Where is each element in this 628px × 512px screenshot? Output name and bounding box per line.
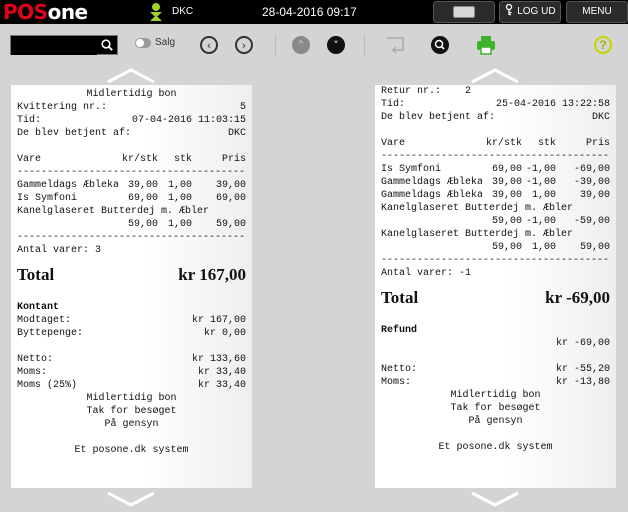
search-box[interactable] (10, 35, 118, 55)
receipt1-scroll-up-icon[interactable] (106, 68, 156, 84)
list-item: Gammeldags Æblekage39,001,0039,00 (17, 180, 246, 191)
return-icon[interactable] (384, 35, 406, 55)
search-input[interactable] (11, 37, 97, 55)
divider: ----------------------------------------… (17, 232, 246, 243)
current-user: DKC (172, 6, 194, 17)
salg-toggle[interactable] (135, 38, 151, 48)
chevron-right-icon: › (241, 39, 247, 52)
key-icon (506, 3, 513, 16)
receipt-served-row: De blev betjent af: DKC (381, 112, 610, 123)
divider: ----------------------------------------… (381, 151, 610, 162)
arrow-down-icon: ˅ (333, 39, 339, 52)
logo-one: one (47, 0, 89, 24)
refund-row: kr -69,00 (555, 338, 610, 349)
list-item-values: 59,00 -1,00 -59,00 (491, 216, 610, 227)
receipt-served-row: De blev betjent af: DKC (17, 128, 246, 139)
item-header-row: Vare kr/stk stk Pris (17, 154, 246, 165)
list-item: Gammeldags Æblekage39,001,0039,00 (381, 190, 610, 201)
vat-row: Moms: kr -13,80 (381, 377, 610, 388)
receipt-time-row: Tid: 25-04-2016 13:22:58 (381, 99, 610, 110)
posone-logo: POSone (3, 0, 88, 24)
logo-pos: POS (3, 0, 48, 24)
divider: ----------------------------------------… (381, 255, 610, 266)
vat-row: Moms: kr 33,40 (17, 367, 246, 378)
arrow-up-icon: ˄ (298, 39, 304, 52)
chevron-left-icon: ‹ (206, 39, 212, 52)
payment-type: Kontant (17, 302, 60, 313)
keyboard-icon (453, 6, 475, 18)
total-row: Total kr -69,00 (381, 288, 610, 307)
previous-button[interactable]: ‹ (200, 36, 218, 54)
help-icon[interactable]: ? (594, 36, 612, 54)
receipt-time-row: Tid: 07-04-2016 11:03:15 (17, 115, 246, 126)
system-text: Et posone.dk system (74, 445, 189, 456)
menu-button[interactable]: MENU (566, 1, 628, 23)
list-item: Is Symfoni 69,00 -1,00 -69,00 (381, 164, 610, 175)
return-number-row: Retur nr.: 2 (381, 86, 472, 97)
item-count: Antal varer: 3 (17, 245, 102, 256)
net-row: Netto: kr -55,20 (381, 364, 610, 375)
toolbar: Salg ‹ › ˄ ˅ ? (0, 24, 628, 66)
divider (364, 34, 365, 56)
keyboard-button[interactable] (433, 1, 495, 23)
salg-label: Salg (155, 37, 176, 48)
received-row: Modtaget: kr 167,00 (17, 315, 246, 326)
receipt1-scroll-down-icon[interactable] (106, 491, 156, 507)
list-item: Gammeldags Æblekage39,00-1,00-39,00 (381, 177, 610, 188)
net-row: Netto: kr 133,60 (17, 354, 246, 365)
list-item: Kanelglaseret Butterdej m. Æbler (17, 206, 210, 217)
print-icon[interactable] (476, 35, 496, 55)
logout-button[interactable]: LOG UD (499, 1, 561, 23)
thanks-text: Tak for besøget (450, 403, 541, 414)
list-item: Kanelglaseret Butterdej m. Æbler (381, 203, 574, 214)
receipt-title: Midlertidig bon (86, 89, 177, 100)
zoom-icon (434, 39, 445, 50)
item-count: Antal varer: -1 (381, 268, 472, 279)
divider: ----------------------------------------… (17, 167, 246, 178)
footer-title: Midlertidig bon (86, 393, 177, 404)
receipt-panel-1[interactable]: Midlertidig bon Kvittering nr.: 5 Tid: 07-… (11, 85, 252, 488)
thanks-text: Tak for besøget (86, 406, 177, 417)
footer-title: Midlertidig bon (450, 390, 541, 401)
search-icon[interactable] (101, 39, 113, 51)
vat25-row: Moms (25%) kr 33,40 (17, 380, 246, 391)
receipt2-scroll-down-icon[interactable] (470, 491, 520, 507)
receipt2-scroll-up-icon[interactable] (470, 68, 520, 84)
system-text: Et posone.dk system (438, 442, 553, 453)
goodbye-text: På gensyn (104, 419, 159, 430)
zoom-button[interactable] (431, 36, 449, 54)
list-item: Is Symfoni 69,00 1,00 69,00 (17, 193, 246, 204)
list-item-values: 59,00 1,00 59,00 (127, 219, 246, 230)
next-button[interactable]: › (235, 36, 253, 54)
payment-type: Refund (381, 325, 418, 336)
receipt-panel-2[interactable]: Retur nr.: 2 Tid: 25-04-2016 13:22:58 De … (375, 85, 616, 488)
item-header-row: Vare kr/stk stk Pris (381, 138, 610, 149)
scroll-up-button[interactable]: ˄ (292, 36, 310, 54)
list-item: Kanelglaseret Butterdej m. Æbler (381, 229, 574, 240)
divider (275, 34, 276, 56)
user-icon (149, 3, 163, 21)
list-item-values: 59,00 1,00 59,00 (491, 242, 610, 253)
date-time: 28-04-2016 09:17 (262, 5, 357, 19)
top-bar: POSone DKC 28-04-2016 09:17 LOG UD MENU (0, 0, 628, 24)
receipt-number-row: Kvittering nr.: 5 (17, 102, 246, 113)
scroll-down-button[interactable]: ˅ (327, 36, 345, 54)
change-row: Byttepenge: kr 0,00 (17, 328, 246, 339)
total-row: Total kr 167,00 (17, 265, 246, 284)
logout-label: LOG UD (517, 6, 556, 17)
goodbye-text: På gensyn (468, 416, 523, 427)
